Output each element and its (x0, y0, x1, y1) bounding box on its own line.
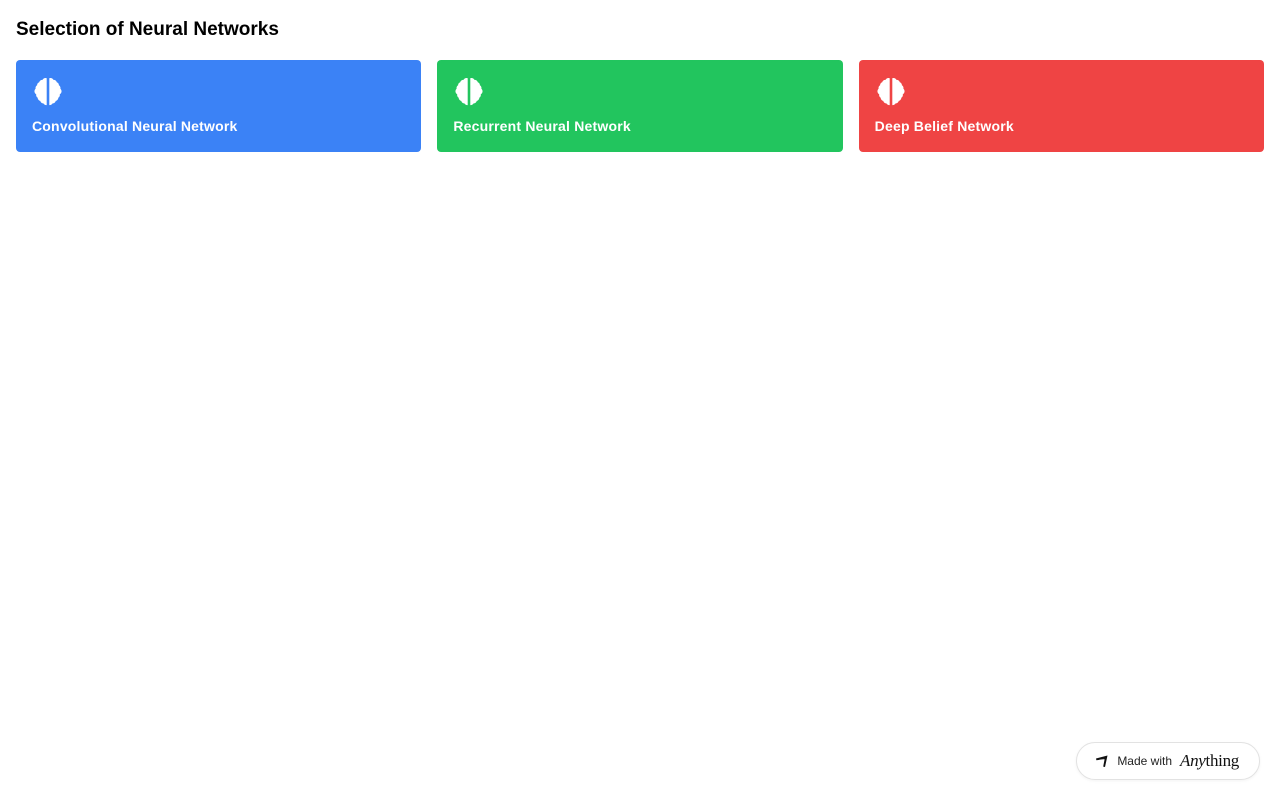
card-convolutional-neural-network[interactable]: Convolutional Neural Network (16, 60, 422, 152)
brain-icon (32, 76, 64, 108)
card-recurrent-neural-network[interactable]: Recurrent Neural Network (437, 60, 843, 152)
page: Selection of Neural Networks Convolution… (0, 0, 1280, 800)
brain-icon (453, 76, 485, 108)
card-label: Deep Belief Network (874, 118, 1014, 134)
made-with-label: Made with (1117, 754, 1173, 768)
anything-brand-name: Anything (1180, 751, 1239, 771)
card-deep-belief-network[interactable]: Deep Belief Network (858, 60, 1264, 152)
network-card-list: Convolutional Neural Network Recurrent N… (16, 60, 1264, 152)
anything-logo-icon (1095, 754, 1109, 768)
card-label: Recurrent Neural Network (453, 118, 631, 134)
brand-italic-part: Any (1180, 751, 1206, 770)
brain-icon (875, 76, 907, 108)
made-with-anything-badge[interactable]: Made with Anything (1076, 742, 1260, 780)
card-label: Convolutional Neural Network (32, 118, 238, 134)
page-title: Selection of Neural Networks (16, 19, 279, 40)
brand-rest-part: thing (1205, 751, 1240, 770)
